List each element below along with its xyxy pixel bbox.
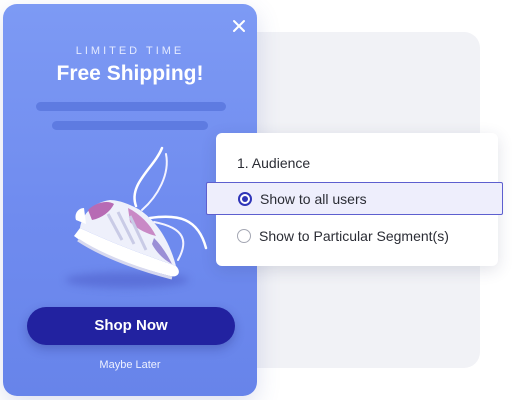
sneaker-image bbox=[58, 144, 238, 294]
audience-title: 1. Audience bbox=[237, 155, 311, 171]
placeholder-text-line bbox=[52, 121, 208, 130]
close-icon[interactable] bbox=[229, 16, 249, 36]
maybe-later-link[interactable]: Maybe Later bbox=[3, 359, 257, 371]
shop-now-button[interactable]: Shop Now bbox=[27, 307, 235, 345]
option-label: Show to Particular Segment(s) bbox=[259, 228, 449, 244]
option-label: Show to all users bbox=[260, 190, 367, 207]
radio-selected-icon[interactable] bbox=[238, 191, 252, 206]
audience-option-segment[interactable]: Show to Particular Segment(s) bbox=[216, 221, 498, 251]
audience-card: 1. Audience Show to all users Show to Pa… bbox=[206, 133, 503, 266]
audience-option-all-users[interactable]: Show to all users bbox=[206, 182, 503, 215]
radio-unselected-icon[interactable] bbox=[237, 229, 251, 243]
popup-headline: Free Shipping! bbox=[56, 62, 204, 85]
popup-eyebrow: LIMITED TIME bbox=[75, 45, 185, 57]
placeholder-text-line bbox=[36, 102, 226, 111]
